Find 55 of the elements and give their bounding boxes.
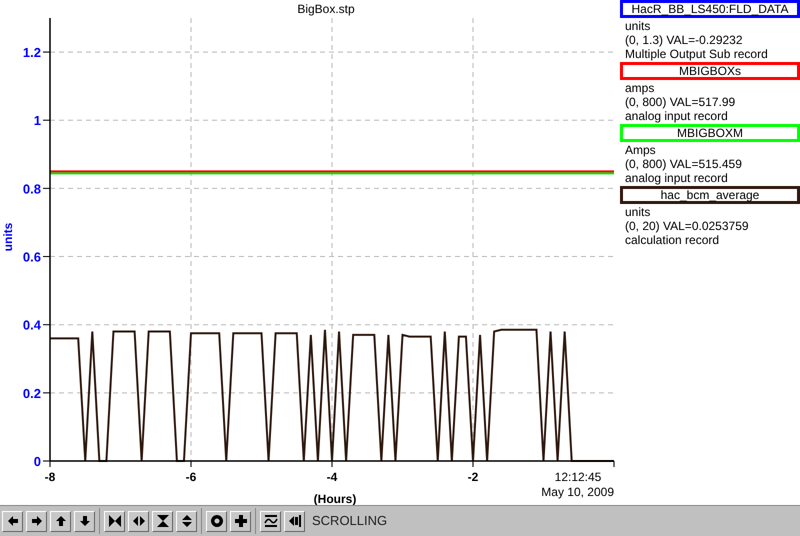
y-tick-label: 0.6 bbox=[22, 250, 41, 265]
left-icon bbox=[6, 514, 20, 528]
legend-units: Amps bbox=[624, 143, 657, 157]
legend-range: (0, 20) VAL=0.0253759 bbox=[624, 219, 750, 233]
toolbar-button[interactable] bbox=[152, 510, 173, 532]
legend-record-type: analog input record bbox=[624, 109, 729, 123]
up-icon bbox=[54, 514, 68, 528]
shrink-h-icon bbox=[108, 514, 122, 528]
toolbar-button[interactable] bbox=[206, 510, 227, 532]
x-tick-label: -4 bbox=[326, 470, 338, 484]
toolbar-button[interactable] bbox=[260, 510, 281, 532]
legend-header: MBIGBOXs bbox=[620, 62, 800, 80]
toolbar-button[interactable] bbox=[284, 510, 305, 532]
toolbar-button[interactable] bbox=[50, 510, 71, 532]
legend-units: amps bbox=[624, 81, 656, 95]
legend-range: (0, 800) VAL=515.459 bbox=[624, 157, 743, 171]
toolbar-button[interactable] bbox=[176, 510, 197, 532]
toolbar-button[interactable] bbox=[2, 510, 23, 532]
x-tick-label: -6 bbox=[186, 470, 196, 484]
plus-icon bbox=[234, 514, 248, 528]
wave-icon bbox=[264, 514, 278, 528]
expand-v-icon bbox=[180, 514, 194, 528]
y-tick-label: 0.4 bbox=[22, 318, 41, 333]
x-tick-label: -8 bbox=[44, 470, 56, 484]
toolbar-button[interactable] bbox=[128, 510, 149, 532]
time-label: 12:12:45 bbox=[554, 470, 602, 484]
legend-units: units bbox=[624, 19, 652, 33]
toolbar-button[interactable] bbox=[104, 510, 125, 532]
chart-title: BigBox.stp bbox=[297, 2, 355, 16]
status-text: SCROLLING bbox=[312, 512, 388, 530]
x-tick-label: -2 bbox=[468, 470, 478, 484]
legend-record-type: calculation record bbox=[624, 233, 720, 247]
y-tick-label: 0.8 bbox=[22, 181, 41, 196]
legend-header: HacR_BB_LS450:FLD_DATA bbox=[620, 0, 800, 18]
toolbar-button[interactable] bbox=[26, 510, 47, 532]
toolbar-button[interactable] bbox=[230, 510, 251, 532]
legend-range: (0, 1.3) VAL=-0.29232 bbox=[624, 33, 744, 47]
right-icon bbox=[30, 514, 44, 528]
legend-record-type: Multiple Output Sub record bbox=[624, 47, 769, 61]
y-tick-label: 0 bbox=[34, 454, 41, 469]
y-tick-label: 1 bbox=[34, 113, 41, 128]
toolbar-button[interactable] bbox=[74, 510, 95, 532]
shrink-v-icon bbox=[156, 514, 170, 528]
legend-record-type: analog input record bbox=[624, 171, 729, 185]
legend-range: (0, 800) VAL=517.99 bbox=[624, 95, 736, 109]
legend-header: hac_bcm_average bbox=[620, 186, 800, 204]
down-icon bbox=[78, 514, 92, 528]
expand-h-icon bbox=[132, 514, 146, 528]
y-tick-label: 1.2 bbox=[22, 45, 41, 60]
y-tick-label: 0.2 bbox=[22, 386, 41, 401]
legend-units: units bbox=[624, 205, 652, 219]
date-label: May 10, 2009 bbox=[541, 485, 614, 499]
y-axis-label: units bbox=[1, 222, 15, 252]
back-icon bbox=[288, 514, 302, 528]
legend-header: MBIGBOXM bbox=[620, 124, 800, 142]
